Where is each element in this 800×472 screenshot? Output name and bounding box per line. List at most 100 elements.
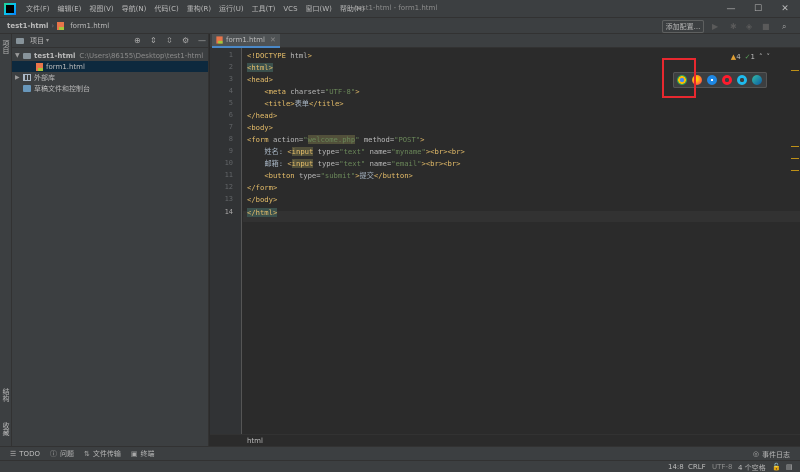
problems-tab[interactable]: ⓘ 问题 (50, 449, 74, 459)
line-separator[interactable]: CRLF (688, 463, 706, 471)
add-configuration-button[interactable]: 添加配置... (662, 20, 704, 33)
window-title: test1-html - form1.html (355, 4, 438, 12)
indent-setting[interactable]: 4 个空格 (738, 463, 766, 472)
scrollbar-warning-marker[interactable] (791, 146, 799, 147)
code-line-12: </form> (247, 183, 278, 192)
expand-arrow-icon[interactable]: ▼ (15, 52, 23, 59)
menu-file[interactable]: 文件(F) (22, 4, 54, 14)
line-number: 13 (224, 195, 233, 203)
code-line-1: <!DOCTYPE html> (247, 51, 312, 60)
search-icon[interactable]: ⌕ (782, 22, 786, 32)
line-number: 4 (228, 87, 233, 95)
file-encoding[interactable]: UTF-8 (712, 463, 732, 471)
menu-refactor[interactable]: 重构(R) (183, 4, 215, 14)
menu-bar: 文件(F) 编辑(E) 视图(V) 导航(N) 代码(C) 重构(R) 运行(U… (0, 0, 800, 17)
menu-run[interactable]: 运行(U) (215, 4, 248, 14)
event-log-icon: ◎ (752, 450, 759, 458)
chevron-down-icon[interactable]: ▾ (46, 37, 49, 44)
line-number: 1 (228, 51, 233, 59)
memory-icon[interactable]: ▤ (786, 463, 793, 471)
code-line-7: <body> (247, 123, 273, 132)
caret-position[interactable]: 14:8 (668, 463, 684, 471)
navigation-bar: test1-html › form1.html 添加配置... ▶ ✱ ◈ ■ … (0, 17, 800, 34)
editor-tab-label: form1.html (226, 36, 265, 44)
opera-icon[interactable] (722, 75, 732, 85)
line-number: 2 (228, 63, 233, 71)
scrollbar-warning-marker[interactable] (791, 70, 799, 71)
warning-count[interactable]: ▲4 (731, 53, 741, 61)
internet-explorer-icon[interactable] (737, 75, 747, 85)
editor-tab-form1[interactable]: form1.html ✕ (212, 34, 280, 48)
hide-panel-icon[interactable]: — (198, 36, 206, 45)
run-icon[interactable]: ▶ (712, 22, 718, 31)
transfer-icon: ⇅ (83, 449, 90, 458)
menu-view[interactable]: 视图(V) (85, 4, 117, 14)
maximize-button[interactable]: ☐ (745, 0, 771, 17)
current-line-highlight (243, 211, 800, 222)
tree-row-form1[interactable]: form1.html (12, 61, 208, 72)
expand-arrow-icon[interactable]: ▶ (15, 74, 23, 81)
line-number: 3 (228, 75, 233, 83)
scrollbar-warning-marker[interactable] (791, 158, 799, 159)
inspection-widget[interactable]: ▲4 ✓1 ˄ ˅ (731, 53, 770, 61)
coverage-icon[interactable]: ◈ (746, 22, 752, 31)
event-log-tab[interactable]: ◎ 事件日志 (753, 450, 790, 460)
info-icon: ⓘ (49, 449, 57, 458)
gear-icon[interactable]: ⚙ (182, 36, 189, 45)
line-number: 6 (228, 111, 233, 119)
close-window-button[interactable]: ✕ (772, 0, 798, 17)
tree-root-name: test1-html (34, 51, 76, 60)
stop-icon[interactable]: ■ (762, 22, 770, 31)
tree-row-root[interactable]: ▼ test1-html C:\Users\86155\Desktop\test… (12, 50, 208, 61)
menu-code[interactable]: 代码(C) (150, 4, 182, 14)
lock-icon[interactable]: 🔓 (772, 463, 781, 471)
menu-window[interactable]: 窗口(W) (302, 4, 336, 14)
todo-tab[interactable]: ☰ TODO (10, 450, 40, 458)
edge-icon[interactable] (752, 75, 762, 85)
chevron-down-icon[interactable]: ˅ (767, 53, 771, 61)
safari-icon[interactable] (707, 75, 717, 85)
expand-all-icon[interactable]: ⇳ (166, 36, 173, 45)
html-file-icon (36, 62, 43, 71)
breadcrumb-file[interactable]: form1.html (67, 22, 112, 30)
line-number: 12 (224, 183, 233, 191)
structure-tool-tab[interactable]: 结构 (1, 388, 11, 402)
tree-row-external-libs[interactable]: ▶ 外部库 (12, 72, 208, 83)
line-number: 8 (228, 135, 233, 143)
folder-icon (23, 52, 31, 59)
red-highlight-box (662, 58, 696, 98)
locate-icon[interactable]: ⊕ (134, 36, 141, 45)
close-tab-icon[interactable]: ✕ (270, 36, 276, 44)
code-line-13: </body> (247, 195, 278, 204)
line-number: 7 (228, 123, 233, 131)
breadcrumb-project[interactable]: test1-html (4, 22, 51, 30)
typo-count[interactable]: ✓1 (745, 53, 755, 61)
editor-breadcrumb-html[interactable]: html (247, 437, 263, 445)
status-bar: 14:8 CRLF UTF-8 4 个空格 🔓 ▤ (0, 460, 800, 472)
editor-breadcrumb-bar: html (210, 434, 800, 446)
project-panel-header: 项目 ▾ ⊕ ⇕ ⇳ ⚙ — (12, 34, 208, 48)
debug-icon[interactable]: ✱ (730, 22, 737, 31)
scrollbar-warning-marker[interactable] (791, 170, 799, 171)
code-editor[interactable]: ▲4 ✓1 ˄ ˅ <!DOCTYPE html> <html> <head> … (243, 48, 800, 434)
menu-tools[interactable]: 工具(T) (248, 4, 280, 14)
tree-scratches-label: 草稿文件和控制台 (34, 84, 90, 93)
collapse-all-icon[interactable]: ⇕ (150, 36, 157, 45)
menu-vcs[interactable]: VCS (279, 5, 301, 13)
menu-edit[interactable]: 编辑(E) (54, 4, 86, 14)
code-line-9: 姓名: <input type="text" name="myname"><br… (264, 147, 465, 156)
html-file-icon (216, 36, 223, 44)
project-panel-title[interactable]: 项目 (30, 36, 44, 46)
tree-root-path: C:\Users\86155\Desktop\test1-html (79, 51, 204, 60)
scratches-icon (23, 85, 31, 92)
minimize-button[interactable]: — (718, 0, 744, 17)
tree-row-scratches[interactable]: 草稿文件和控制台 (12, 83, 208, 94)
file-transfer-tab[interactable]: ⇅ 文件传输 (84, 449, 121, 459)
chevron-up-icon[interactable]: ˄ (759, 53, 763, 61)
terminal-tab[interactable]: ▣ 终端 (131, 449, 155, 459)
project-tool-tab[interactable]: 项目 (1, 40, 11, 54)
html-file-icon (57, 21, 65, 30)
library-icon (23, 74, 31, 81)
favorites-tool-tab[interactable]: 收藏 (1, 422, 11, 436)
menu-navigate[interactable]: 导航(N) (118, 4, 151, 14)
